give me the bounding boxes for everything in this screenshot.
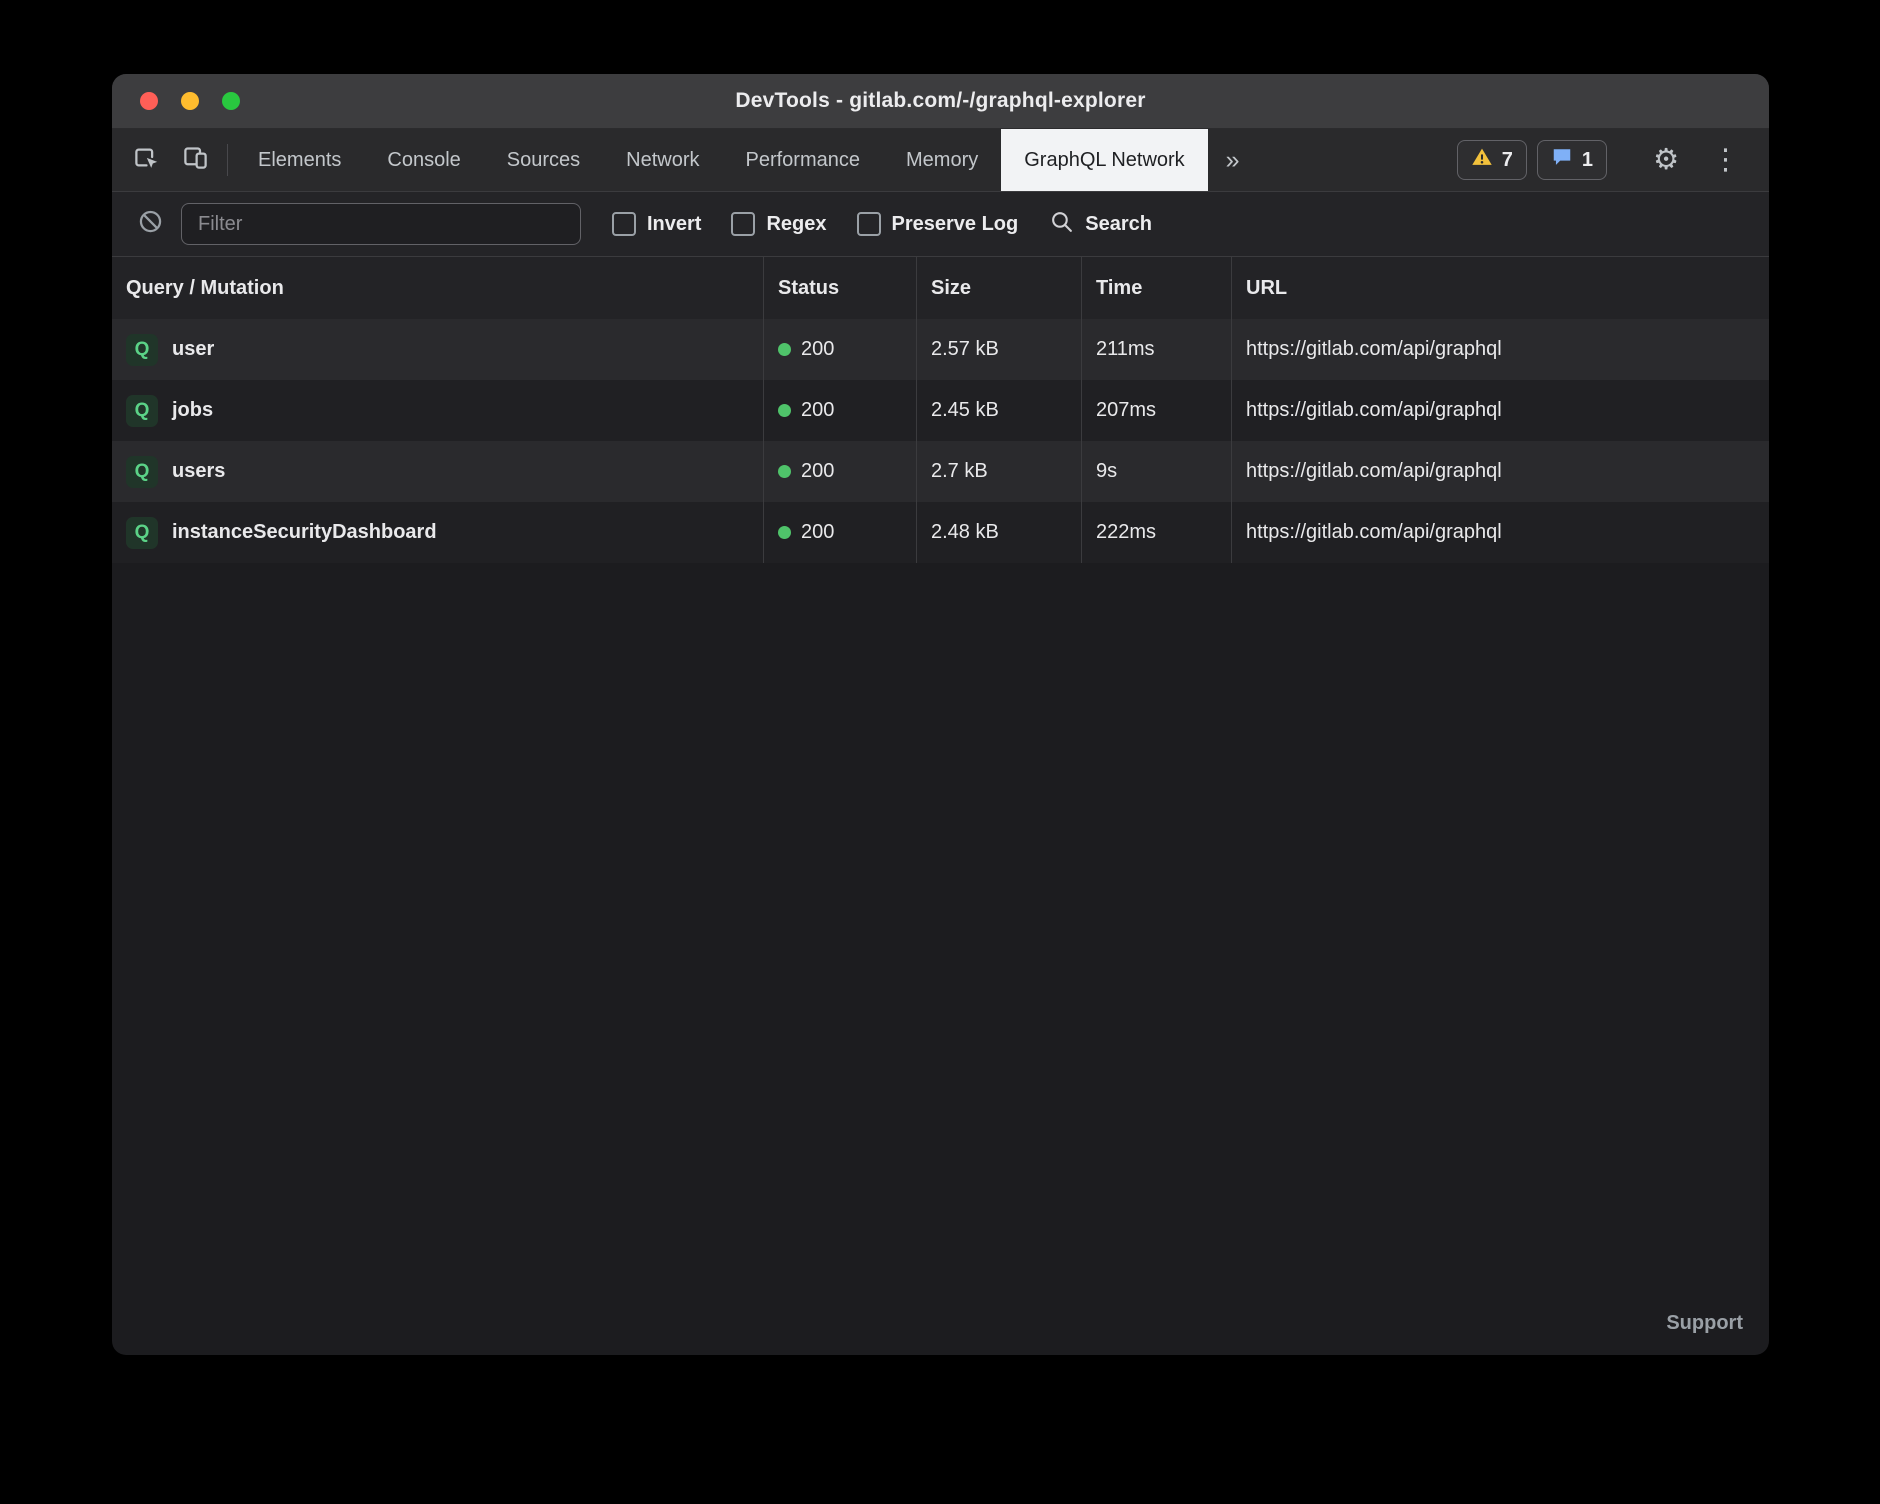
url-cell: https://gitlab.com/api/graphql xyxy=(1231,441,1769,502)
url-cell: https://gitlab.com/api/graphql xyxy=(1231,380,1769,441)
tab-elements[interactable]: Elements xyxy=(235,129,364,191)
query-cell: Qjobs xyxy=(112,380,763,441)
size-cell: 2.7 kB xyxy=(916,441,1081,502)
query-type-badge: Q xyxy=(126,517,158,549)
query-cell: Qusers xyxy=(112,441,763,502)
column-header-status[interactable]: Status xyxy=(763,257,916,319)
query-name: users xyxy=(172,460,225,483)
preserve-log-checkbox[interactable]: Preserve Log xyxy=(842,212,1034,236)
query-name: jobs xyxy=(172,399,213,422)
minimize-button[interactable] xyxy=(181,92,199,110)
titlebar: DevTools - gitlab.com/-/graphql-explorer xyxy=(112,74,1769,129)
column-header-query-mutation[interactable]: Query / Mutation xyxy=(112,257,763,319)
device-toolbar-icon xyxy=(182,144,209,176)
query-type-badge: Q xyxy=(126,456,158,488)
tab-graphql-network[interactable]: GraphQL Network xyxy=(1001,129,1207,191)
preserve-log-checkbox-box xyxy=(857,212,881,236)
status-cell: 200 xyxy=(763,380,916,441)
status-code: 200 xyxy=(801,521,834,544)
warnings-count: 7 xyxy=(1502,149,1513,172)
tab-console[interactable]: Console xyxy=(364,129,483,191)
time-cell: 222ms xyxy=(1081,502,1231,563)
regex-checkbox-box xyxy=(731,212,755,236)
more-tabs-button[interactable]: » xyxy=(1208,129,1258,191)
search-icon xyxy=(1049,209,1074,240)
status-code: 200 xyxy=(801,399,834,422)
issues-icon xyxy=(1551,146,1573,174)
requests-table: Query / Mutation Status Size Time URL Qu… xyxy=(112,257,1769,563)
panel-tabs: ElementsConsoleSourcesNetworkPerformance… xyxy=(235,129,1208,191)
table-body: Quser2002.57 kB211mshttps://gitlab.com/a… xyxy=(112,319,1769,563)
status-ok-dot xyxy=(778,404,791,417)
status-cell: 200 xyxy=(763,441,916,502)
query-cell: Quser xyxy=(112,319,763,380)
search-button[interactable]: Search xyxy=(1033,209,1168,240)
tabbar-right-controls: 7 1 ⚙ ⋮ xyxy=(1457,129,1769,191)
time-cell: 9s xyxy=(1081,441,1231,502)
regex-checkbox[interactable]: Regex xyxy=(716,212,841,236)
column-header-size[interactable]: Size xyxy=(916,257,1081,319)
window-title: DevTools - gitlab.com/-/graphql-explorer xyxy=(735,89,1145,113)
inspect-element-button[interactable] xyxy=(122,129,171,191)
settings-button[interactable]: ⚙ xyxy=(1642,146,1690,175)
issues-badge[interactable]: 1 xyxy=(1537,140,1607,180)
column-header-url[interactable]: URL xyxy=(1231,257,1769,319)
table-row[interactable]: Qusers 200 2.7 kB9shttps://gitlab.com/api/… xyxy=(112,441,1769,502)
invert-checkbox-label: Invert xyxy=(647,213,701,236)
issues-count: 1 xyxy=(1582,149,1593,172)
tab-sources[interactable]: Sources xyxy=(484,129,603,191)
warning-icon xyxy=(1471,146,1493,174)
gear-icon: ⚙ xyxy=(1653,146,1679,175)
invert-checkbox-box xyxy=(612,212,636,236)
filter-toolbar: Invert Regex Preserve Log Search xyxy=(112,192,1769,257)
devtools-window: DevTools - gitlab.com/-/graphql-explorer… xyxy=(112,74,1769,1355)
clear-log-button[interactable] xyxy=(126,208,175,240)
query-name: user xyxy=(172,338,214,361)
size-cell: 2.57 kB xyxy=(916,319,1081,380)
url-cell: https://gitlab.com/api/graphql xyxy=(1231,502,1769,563)
time-cell: 211ms xyxy=(1081,319,1231,380)
table-row[interactable]: Qjobs 200 2.45 kB207mshttps://gitlab.com/a… xyxy=(112,380,1769,441)
device-toolbar-button[interactable] xyxy=(171,129,220,191)
close-button[interactable] xyxy=(140,92,158,110)
block-icon xyxy=(137,208,164,240)
query-type-badge: Q xyxy=(126,334,158,366)
more-options-button[interactable]: ⋮ xyxy=(1700,146,1751,175)
warnings-badge[interactable]: 7 xyxy=(1457,140,1527,180)
status-ok-dot xyxy=(778,526,791,539)
status-code: 200 xyxy=(801,338,834,361)
time-cell: 207ms xyxy=(1081,380,1231,441)
status-ok-dot xyxy=(778,343,791,356)
table-row[interactable]: QinstanceSecurityDashboard 200 2.48 kB222m… xyxy=(112,502,1769,563)
size-cell: 2.48 kB xyxy=(916,502,1081,563)
inspect-icon xyxy=(133,144,160,176)
table-row[interactable]: Quser 200 2.57 kB211mshttps://gitlab.com/a… xyxy=(112,319,1769,380)
devtools-tabbar: ElementsConsoleSourcesNetworkPerformance… xyxy=(112,129,1769,192)
query-cell: QinstanceSecurityDashboard xyxy=(112,502,763,563)
table-header: Query / Mutation Status Size Time URL xyxy=(112,257,1769,319)
status-cell: 200 xyxy=(763,319,916,380)
tab-performance[interactable]: Performance xyxy=(723,129,884,191)
zoom-button[interactable] xyxy=(222,92,240,110)
size-cell: 2.45 kB xyxy=(916,380,1081,441)
status-cell: 200 xyxy=(763,502,916,563)
url-cell: https://gitlab.com/api/graphql xyxy=(1231,319,1769,380)
search-label: Search xyxy=(1085,213,1152,236)
status-ok-dot xyxy=(778,465,791,478)
filter-input[interactable] xyxy=(181,203,581,245)
support-link[interactable]: Support xyxy=(1666,1312,1743,1335)
toolbar-divider xyxy=(227,144,228,176)
invert-checkbox[interactable]: Invert xyxy=(597,212,716,236)
status-code: 200 xyxy=(801,460,834,483)
traffic-lights xyxy=(140,74,240,128)
column-header-time[interactable]: Time xyxy=(1081,257,1231,319)
regex-checkbox-label: Regex xyxy=(766,213,826,236)
tab-memory[interactable]: Memory xyxy=(883,129,1001,191)
tab-network[interactable]: Network xyxy=(603,129,722,191)
query-type-badge: Q xyxy=(126,395,158,427)
preserve-log-checkbox-label: Preserve Log xyxy=(892,213,1019,236)
kebab-menu-icon: ⋮ xyxy=(1711,146,1740,175)
query-name: instanceSecurityDashboard xyxy=(172,521,437,544)
